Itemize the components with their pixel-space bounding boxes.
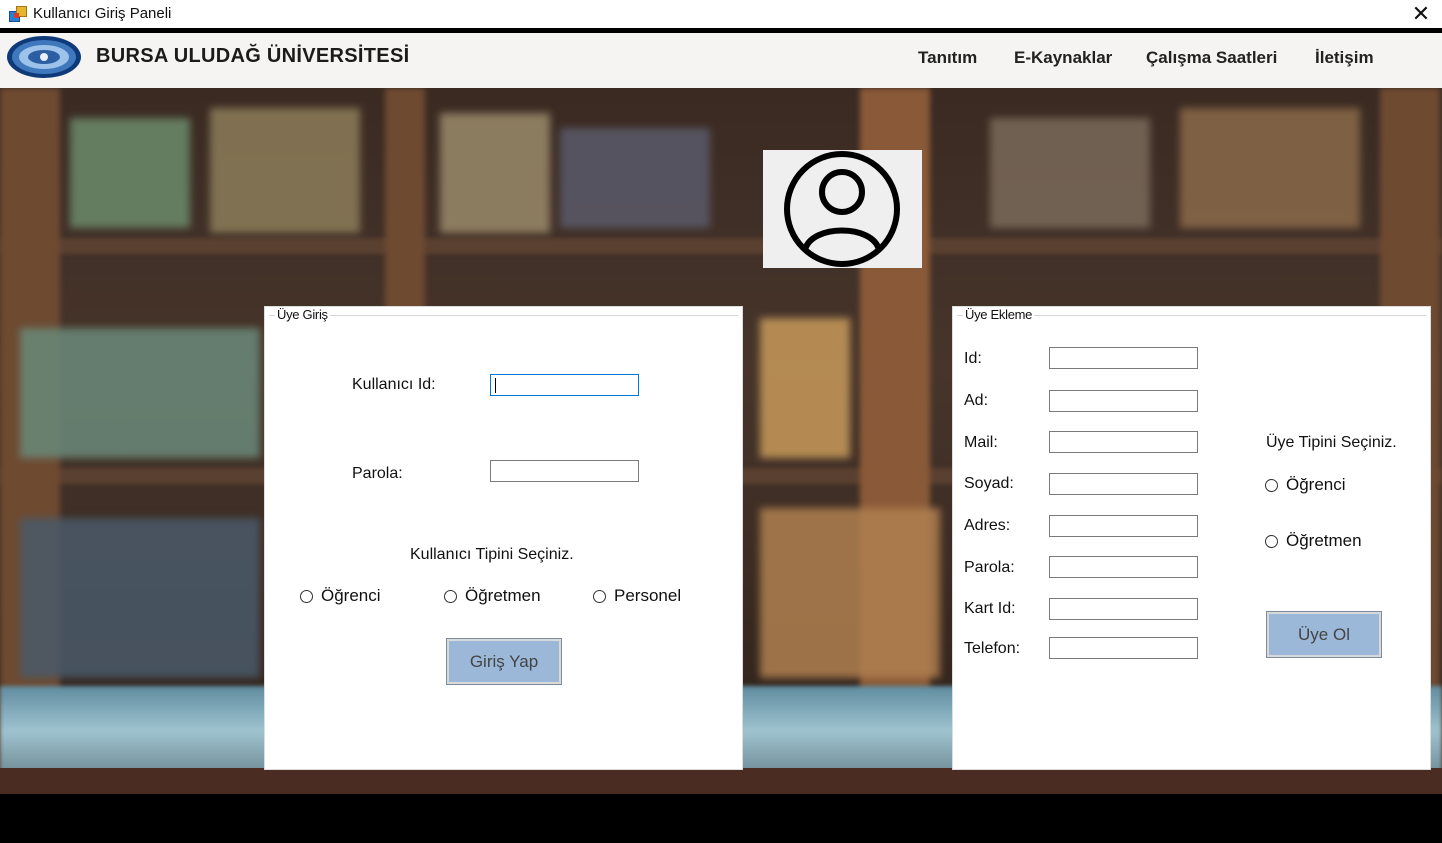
- university-name: BURSA ULUDAĞ ÜNİVERSİTESİ: [96, 45, 410, 67]
- field-label-telefon: Telefon:: [964, 640, 1021, 657]
- university-seal-icon: [5, 35, 83, 79]
- field-label-adres: Adres:: [964, 517, 1011, 534]
- window-titlebar: Kullanıcı Giriş Paneli ✕: [0, 0, 1442, 28]
- radio-label: Öğretmen: [1286, 531, 1362, 550]
- radio-circle[interactable]: [300, 589, 313, 603]
- app-window-icon: [9, 6, 27, 22]
- radio-ogretmen[interactable]: Öğretmen: [444, 586, 541, 606]
- window-title: Kullanıcı Giriş Paneli: [33, 5, 172, 22]
- user-circle-icon: [784, 151, 900, 267]
- register-legend: Üye Ekleme: [963, 307, 1035, 322]
- ad-input[interactable]: [1049, 390, 1198, 412]
- login-legend: Üye Giriş: [275, 307, 330, 322]
- field-label-ad: Ad:: [964, 392, 989, 409]
- radio-label: Öğrenci: [321, 586, 381, 605]
- mail-input[interactable]: [1049, 431, 1198, 453]
- login-groupbox: Üye Giriş Kullanıcı Id: Parola: Kullanıc…: [264, 306, 743, 770]
- close-button[interactable]: ✕: [1406, 0, 1436, 28]
- nav-tanitim[interactable]: Tanıtım: [918, 48, 977, 68]
- text-caret: [495, 378, 496, 393]
- kart-id-input[interactable]: [1049, 598, 1198, 620]
- field-label-id: Id:: [964, 350, 982, 367]
- nav-calisma-saatleri[interactable]: Çalışma Saatleri: [1146, 48, 1277, 68]
- telefon-input[interactable]: [1049, 637, 1198, 659]
- radio-circle[interactable]: [593, 589, 606, 603]
- site-header: BURSA ULUDAĞ ÜNİVERSİTESİ Tanıtım E-Kayn…: [0, 33, 1442, 88]
- radio-circle[interactable]: [1265, 534, 1278, 548]
- field-label-mail: Mail:: [964, 434, 998, 451]
- field-label-parola: Parola:: [964, 559, 1015, 576]
- adres-input[interactable]: [1049, 515, 1198, 537]
- register-radio-ogrenci[interactable]: Öğrenci: [1265, 475, 1346, 495]
- user-avatar: [763, 150, 922, 268]
- login-button[interactable]: Giriş Yap: [446, 638, 562, 685]
- radio-circle[interactable]: [1265, 478, 1278, 492]
- register-button[interactable]: Üye Ol: [1266, 611, 1382, 658]
- user-id-input[interactable]: [490, 374, 639, 396]
- radio-label: Öğrenci: [1286, 475, 1346, 494]
- nav-e-kaynaklar[interactable]: E-Kaynaklar: [1014, 48, 1112, 68]
- parola-input[interactable]: [1049, 556, 1198, 578]
- register-radio-ogretmen[interactable]: Öğretmen: [1265, 531, 1362, 551]
- register-groupbox: Üye Ekleme Id: Ad: Mail: Soyad: Adres: P…: [952, 306, 1431, 770]
- radio-label: Öğretmen: [465, 586, 541, 605]
- user-type-prompt: Kullanıcı Tipini Seçiniz.: [410, 546, 574, 563]
- radio-ogrenci[interactable]: Öğrenci: [300, 586, 381, 606]
- soyad-input[interactable]: [1049, 473, 1198, 495]
- radio-personel[interactable]: Personel: [593, 586, 681, 606]
- field-label-kart-id: Kart Id:: [964, 600, 1016, 617]
- radio-circle[interactable]: [444, 589, 457, 603]
- radio-label: Personel: [614, 586, 682, 605]
- member-type-prompt: Üye Tipini Seçiniz.: [1266, 434, 1397, 451]
- password-input[interactable]: [490, 460, 639, 482]
- nav-iletisim[interactable]: İletişim: [1315, 48, 1374, 68]
- id-input[interactable]: [1049, 347, 1198, 369]
- user-id-label: Kullanıcı Id:: [352, 376, 436, 393]
- password-label: Parola:: [352, 465, 403, 482]
- field-label-soyad: Soyad:: [964, 475, 1014, 492]
